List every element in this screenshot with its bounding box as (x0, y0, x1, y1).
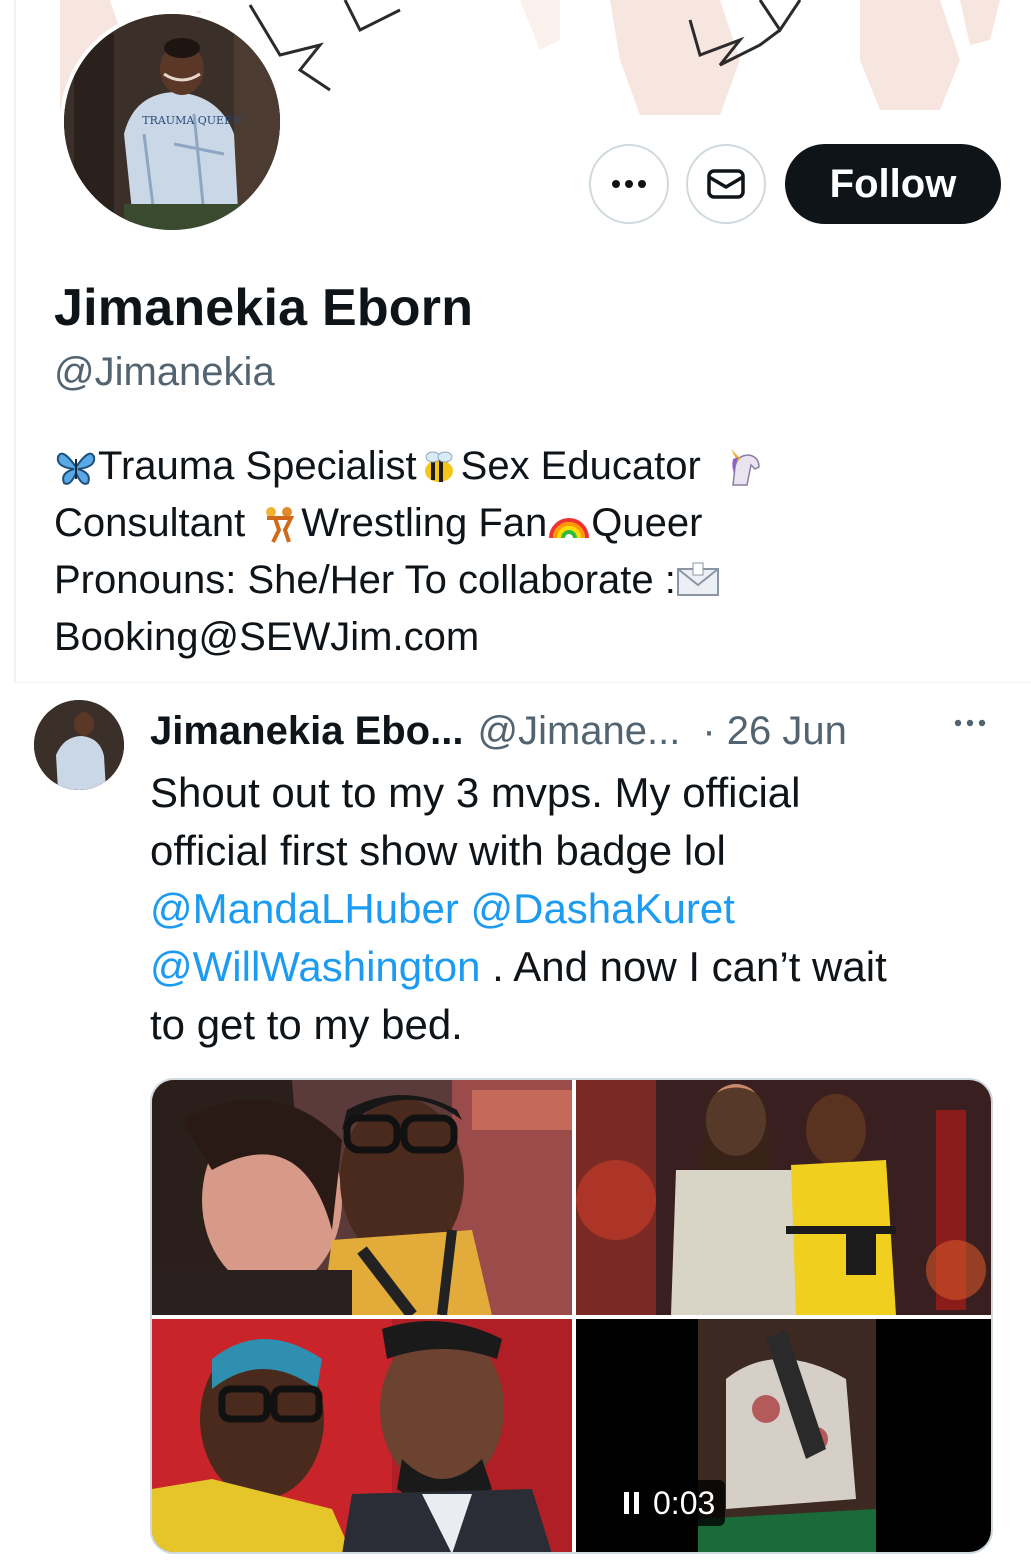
tweet-text-line: Shout out to my 3 mvps. My official (150, 769, 801, 816)
tweet-text: Shout out to my 3 mvps. My official offi… (150, 764, 990, 1054)
bio-line-1: Trauma Specialist Sex Educator (54, 438, 984, 495)
tweet-header: Jimanekia Ebo... @Jimane... · 26 Jun (150, 706, 847, 756)
bio-email: Booking@SEWJim.com (54, 615, 480, 659)
tweet-text-line: to get to my bed. (150, 1001, 463, 1048)
envelope-icon (707, 169, 745, 199)
mention-link[interactable]: @MandaLHuber (150, 885, 459, 932)
video-time-badge[interactable]: 0:03 (614, 1480, 726, 1526)
pause-icon (624, 1492, 639, 1514)
rainbow-icon (549, 517, 590, 538)
bio-text-sex-educator: Sex Educator (460, 444, 701, 488)
tweet-media-grid: 0:03 (150, 1078, 993, 1554)
tweet-date[interactable]: · 26 Jun (702, 709, 847, 754)
butterfly-icon (56, 452, 96, 485)
avatar-photo: TRAUMA QUEEN (64, 14, 280, 230)
tweet-video[interactable]: 0:03 (576, 1319, 991, 1552)
bio-text-queer: Queer (591, 501, 703, 545)
tweet-author-name[interactable]: Jimanekia Ebo... (150, 709, 463, 754)
profile-display-name: Jimanekia Eborn (54, 279, 474, 337)
profile-avatar[interactable]: TRAUMA QUEEN (60, 10, 284, 234)
bee-icon (424, 451, 453, 482)
tweet-photo[interactable] (576, 1080, 991, 1315)
bio-text-trauma: Trauma Specialist (98, 444, 417, 488)
more-options-button[interactable] (589, 144, 669, 224)
more-icon (612, 180, 646, 188)
unicorn-icon (730, 448, 760, 486)
bio-text-wrestling: Wrestling Fan (301, 501, 548, 545)
mention-link[interactable]: @DashaKuret (470, 885, 734, 932)
message-button[interactable] (686, 144, 766, 224)
tweet-author-avatar[interactable] (34, 700, 124, 790)
mention-link[interactable]: @WillWashington (150, 943, 481, 990)
tweet-more-button[interactable] (945, 708, 995, 738)
profile-handle: @Jimanekia (54, 350, 275, 394)
tweet-text-fragment: . And now I can’t wait (480, 943, 887, 990)
video-time: 0:03 (653, 1484, 716, 1521)
bio-line-3: Pronouns: She/Her To collaborate : (54, 552, 984, 609)
envelope-icon (676, 562, 719, 596)
more-icon (954, 719, 986, 727)
tweet-photo[interactable] (152, 1080, 572, 1315)
bio-line-2: Consultant Wrestling Fan Queer (54, 495, 984, 552)
tweet-text-line: official first show with badge lol (150, 827, 726, 874)
divider (14, 682, 1031, 683)
bio-line-4: Booking@SEWJim.com (54, 609, 984, 666)
profile-bio: Trauma Specialist Sex Educator Consultan… (54, 438, 984, 666)
avatar-shirt-text: TRAUMA QUEEN (142, 114, 242, 127)
bio-text-consultant: Consultant (54, 501, 246, 545)
wrestlers-icon (266, 506, 295, 543)
tweet-author-handle[interactable]: @Jimane... (477, 709, 680, 754)
bio-text-pronouns: Pronouns: She/Her To collaborate : (54, 558, 676, 602)
follow-button[interactable]: Follow (785, 144, 1001, 224)
tweet-text-line: @WillWashington . And now I can’t wait (150, 938, 990, 996)
tweet-photo[interactable] (152, 1319, 572, 1552)
tweet-text-line: @MandaLHuber @DashaKuret (150, 880, 990, 938)
